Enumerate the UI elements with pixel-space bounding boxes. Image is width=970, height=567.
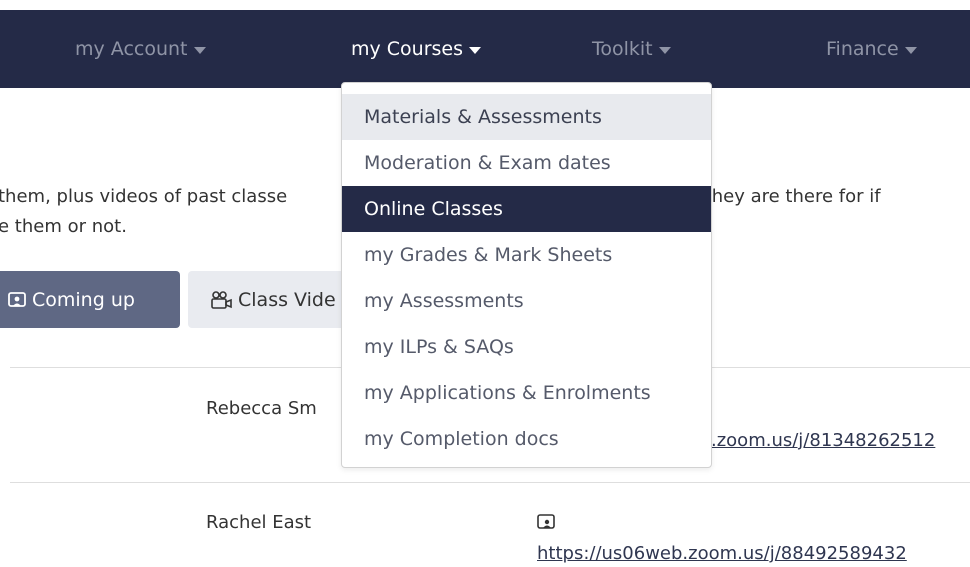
menu-item-label: my ILPs & SAQs: [364, 336, 514, 358]
my-courses-dropdown: Materials & Assessments Moderation & Exa…: [341, 82, 712, 468]
menu-item-label: my Assessments: [364, 290, 524, 312]
menu-item-label: Online Classes: [364, 198, 503, 220]
caret-down-icon: [904, 46, 917, 54]
camera-reels-icon: [210, 290, 232, 310]
menu-item-my-grades-mark-sheets[interactable]: my Grades & Mark Sheets: [342, 232, 711, 278]
coming-up-button[interactable]: Coming up: [0, 271, 180, 328]
row-1-presenter: Rebecca Sm: [206, 398, 317, 419]
menu-item-my-assessments[interactable]: my Assessments: [342, 278, 711, 324]
menu-item-materials-assessments[interactable]: Materials & Assessments: [342, 94, 711, 140]
nav-toolkit[interactable]: Toolkit: [592, 10, 671, 88]
menu-item-my-completion-docs[interactable]: my Completion docs: [342, 416, 711, 462]
nav-my-account[interactable]: my Account: [75, 10, 206, 88]
menu-item-label: Moderation & Exam dates: [364, 152, 611, 174]
video-call-icon: [537, 513, 555, 535]
row-2-zoom-link[interactable]: https://us06web.zoom.us/j/88492589432: [537, 543, 907, 564]
nav-my-account-label: my Account: [75, 38, 188, 60]
menu-item-label: my Grades & Mark Sheets: [364, 244, 613, 266]
caret-down-icon: [658, 46, 671, 54]
row-1-zoom-link[interactable]: .zoom.us/j/81348262512: [711, 430, 935, 451]
nav-toolkit-label: Toolkit: [592, 38, 653, 60]
menu-item-label: my Completion docs: [364, 428, 559, 450]
menu-item-label: Materials & Assessments: [364, 106, 602, 128]
menu-item-online-classes[interactable]: Online Classes: [342, 186, 711, 232]
class-videos-label: Class Vide: [238, 288, 336, 311]
nav-my-courses-label: my Courses: [351, 38, 464, 60]
table-divider: [10, 482, 970, 483]
intro-line-2-text: e them or not.: [0, 216, 127, 237]
menu-item-my-applications-enrolments[interactable]: my Applications & Enrolments: [342, 370, 711, 416]
nav-finance-label: Finance: [826, 38, 899, 60]
menu-item-my-ilps-saqs[interactable]: my ILPs & SAQs: [342, 324, 711, 370]
video-call-icon: [8, 291, 26, 309]
menu-item-label: my Applications & Enrolments: [364, 382, 651, 404]
caret-down-icon: [193, 46, 206, 54]
nav-my-courses[interactable]: my Courses: [351, 10, 482, 88]
coming-up-label: Coming up: [32, 288, 135, 311]
nav-finance[interactable]: Finance: [826, 10, 917, 88]
row-2-presenter: Rachel East: [206, 512, 312, 533]
intro-line-1-start: them, plus videos of past classe: [0, 186, 288, 207]
menu-item-moderation-exam-dates[interactable]: Moderation & Exam dates: [342, 140, 711, 186]
caret-down-icon: [469, 46, 482, 54]
top-navbar: my Account my Courses Toolkit Finance: [0, 10, 970, 88]
